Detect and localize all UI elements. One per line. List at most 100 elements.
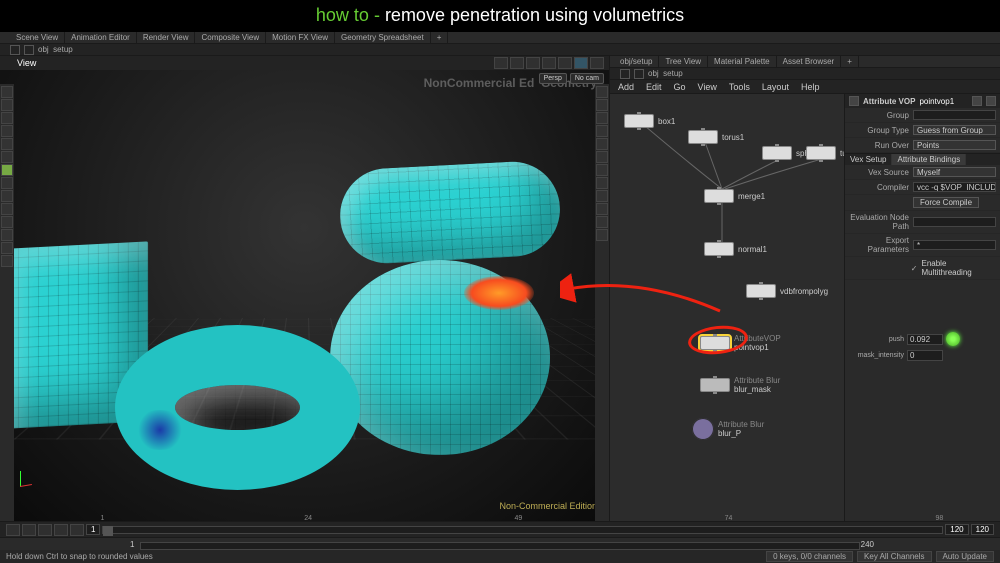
vrb2[interactable]: [596, 99, 608, 111]
node-attrvop[interactable]: AttributeVOPpointvop1: [700, 334, 781, 352]
vlb1[interactable]: [1, 86, 13, 98]
exportparams-field[interactable]: *: [913, 240, 996, 250]
vlb14[interactable]: [1, 255, 13, 267]
node-tube[interactable]: tube: [806, 146, 845, 160]
vlb12[interactable]: [1, 229, 13, 241]
rpath-l1[interactable]: obj: [648, 69, 659, 78]
node-normal[interactable]: normal1: [704, 242, 767, 256]
nm-tools[interactable]: Tools: [729, 82, 750, 92]
rtab5[interactable]: +: [841, 56, 859, 67]
auto-update-button[interactable]: Auto Update: [936, 551, 994, 562]
vh-btn5[interactable]: [558, 57, 572, 69]
subtab-vex[interactable]: Vex Setup: [845, 154, 892, 165]
gear-icon[interactable]: [972, 96, 982, 106]
vexsrc-dd[interactable]: Myself: [913, 167, 996, 177]
vlb7[interactable]: [1, 164, 13, 176]
frame-field[interactable]: 1: [86, 524, 100, 535]
key-all-button[interactable]: Key All Channels: [857, 551, 931, 562]
tab-render[interactable]: Render View: [137, 32, 196, 43]
node-merge[interactable]: merge1: [704, 189, 765, 203]
subtab-attrbind[interactable]: Attribute Bindings: [892, 154, 966, 165]
vrb7[interactable]: [596, 164, 608, 176]
rtab4[interactable]: Asset Browser: [777, 56, 842, 67]
node-blurmask[interactable]: Attribute Blurblur_mask: [700, 376, 780, 394]
nm-go[interactable]: Go: [674, 82, 686, 92]
evalpath-field[interactable]: [913, 217, 996, 227]
last-frame-button[interactable]: [70, 524, 84, 536]
vh-btn1[interactable]: [494, 57, 508, 69]
rtab3[interactable]: Material Palette: [708, 56, 777, 67]
path-l1[interactable]: obj: [38, 45, 49, 54]
grouptype-dd[interactable]: Guess from Group: [913, 125, 996, 135]
range-slider[interactable]: [140, 542, 860, 550]
nm-add[interactable]: Add: [618, 82, 634, 92]
vlb11[interactable]: [1, 216, 13, 228]
multithread-check[interactable]: Enable Multithreading: [921, 259, 996, 277]
rfwd-icon[interactable]: [634, 69, 644, 79]
tab-add[interactable]: +: [431, 32, 449, 43]
vrb11[interactable]: [596, 216, 608, 228]
vh-btn6[interactable]: [574, 57, 588, 69]
cur-frame-field[interactable]: 120: [971, 524, 994, 535]
rtab2[interactable]: Tree View: [659, 56, 708, 67]
force-compile-button[interactable]: Force Compile: [913, 197, 979, 208]
maskint-value[interactable]: 0: [907, 350, 943, 361]
tab-comp[interactable]: Composite View: [195, 32, 266, 43]
vlb10[interactable]: [1, 203, 13, 215]
vh-btn3[interactable]: [526, 57, 540, 69]
vrb6[interactable]: [596, 151, 608, 163]
rpath-l2[interactable]: setup: [663, 69, 683, 78]
rtab1[interactable]: obj/setup: [614, 56, 659, 67]
first-frame-button[interactable]: [6, 524, 20, 536]
vrb4[interactable]: [596, 125, 608, 137]
vh-btn7[interactable]: [590, 57, 604, 69]
vrb3[interactable]: [596, 112, 608, 124]
network-view[interactable]: box1 torus1 sphere1 tube merge1 normal1 …: [610, 94, 845, 521]
tab-anim[interactable]: Animation Editor: [65, 32, 137, 43]
tab-scene[interactable]: Scene View: [10, 32, 65, 43]
frame-handle[interactable]: [103, 526, 113, 536]
vrb10[interactable]: [596, 203, 608, 215]
fwd-icon[interactable]: [24, 45, 34, 55]
node-torus[interactable]: torus1: [688, 130, 744, 144]
nm-edit[interactable]: Edit: [646, 82, 662, 92]
vlb2[interactable]: [1, 99, 13, 111]
compiler-field[interactable]: vcc -q $VOP_INCLUDEPATH: [913, 182, 996, 192]
nm-view[interactable]: View: [698, 82, 717, 92]
nm-help[interactable]: Help: [801, 82, 820, 92]
vlb13[interactable]: [1, 242, 13, 254]
vlb5[interactable]: [1, 138, 13, 150]
tab-geo[interactable]: Geometry Spreadsheet: [335, 32, 431, 43]
parm-name[interactable]: pointvop1: [919, 97, 954, 106]
vlb8[interactable]: [1, 177, 13, 189]
viewport-3d[interactable]: NonCommercial Ed Geometry Non-Commercial…: [0, 70, 609, 521]
vrb9[interactable]: [596, 190, 608, 202]
node-blurp[interactable]: Attribute Blurblur_P: [692, 418, 764, 440]
vlb3[interactable]: [1, 112, 13, 124]
vrb12[interactable]: [596, 229, 608, 241]
node-vdb[interactable]: vdbfrompolyg: [746, 284, 828, 298]
vlb4[interactable]: [1, 125, 13, 137]
help-icon[interactable]: [986, 96, 996, 106]
vrb8[interactable]: [596, 177, 608, 189]
push-value[interactable]: 0.092: [907, 334, 943, 345]
nm-layout[interactable]: Layout: [762, 82, 789, 92]
vrb5[interactable]: [596, 138, 608, 150]
back-icon[interactable]: [10, 45, 20, 55]
badge-cam[interactable]: No cam: [570, 73, 604, 84]
play-button[interactable]: [38, 524, 52, 536]
tab-mfx[interactable]: Motion FX View: [266, 32, 335, 43]
vrb1[interactable]: [596, 86, 608, 98]
badge-persp[interactable]: Persp: [539, 73, 567, 84]
vh-btn4[interactable]: [542, 57, 556, 69]
runover-dd[interactable]: Points: [913, 140, 996, 150]
next-frame-button[interactable]: [54, 524, 68, 536]
group-field[interactable]: [913, 110, 996, 120]
vlb6[interactable]: [1, 151, 13, 163]
vlb9[interactable]: [1, 190, 13, 202]
end-frame-field[interactable]: 120: [945, 524, 968, 535]
frame-slider[interactable]: [102, 526, 943, 534]
vh-btn2[interactable]: [510, 57, 524, 69]
push-slider-knob[interactable]: [946, 332, 960, 346]
prev-frame-button[interactable]: [22, 524, 36, 536]
